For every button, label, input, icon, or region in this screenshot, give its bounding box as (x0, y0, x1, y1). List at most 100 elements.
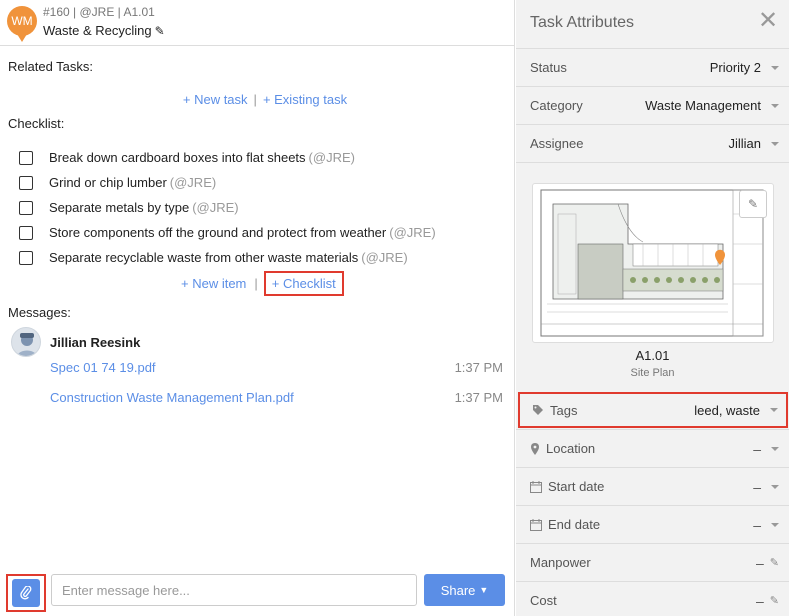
attachment-link[interactable]: Construction Waste Management Plan.pdf (50, 390, 294, 405)
manpower-field[interactable]: Manpower – ✎ (516, 543, 789, 581)
start-date-field[interactable]: Start date – (516, 467, 789, 505)
end-date-value-text: – (753, 516, 761, 533)
attach-button[interactable] (6, 574, 46, 612)
location-label: Location (546, 441, 596, 456)
related-tasks-label: Related Tasks: (8, 59, 94, 74)
caret-down-icon (771, 484, 779, 489)
attachment-link[interactable]: Spec 01 74 19.pdf (50, 360, 156, 375)
existing-task-link[interactable]: + Existing task (263, 92, 347, 107)
location-label-group: Location (530, 441, 753, 456)
task-title[interactable]: Waste & Recycling ✎ (43, 23, 165, 38)
caret-down-icon (771, 65, 779, 70)
checklist-checkbox[interactable] (19, 200, 33, 215)
message-input[interactable] (51, 574, 417, 606)
edit-title-icon[interactable]: ✎ (155, 24, 165, 38)
message-item: Spec 01 74 19.pdf 1:37 PM (50, 360, 503, 375)
location-value-text: – (753, 440, 761, 457)
share-label: Share (440, 582, 476, 598)
checklist-checkbox[interactable] (19, 175, 33, 190)
message-composer: Share ▼ (0, 570, 515, 616)
checklist-links: + New item | + Checklist (181, 271, 344, 296)
add-checklist-link[interactable]: + Checklist (263, 271, 344, 296)
location-value[interactable]: – (753, 441, 779, 457)
checklist-checkbox[interactable] (19, 150, 33, 165)
calendar-icon (530, 480, 542, 493)
message-time: 1:37 PM (454, 390, 503, 405)
checklist-item-text: Separate metals by type (49, 200, 190, 215)
new-task-link[interactable]: + New task (183, 92, 248, 107)
cost-value[interactable]: – ✎ (756, 593, 779, 609)
task-pin-avatar: WM (7, 6, 37, 42)
sheet-subtitle: Site Plan (630, 367, 675, 379)
tags-value-text: leed, waste (694, 402, 760, 418)
pencil-icon: ✎ (747, 197, 759, 211)
location-field[interactable]: Location – (516, 429, 789, 467)
checklist-item-text: Break down cardboard boxes into flat she… (49, 150, 306, 165)
edit-sheet-button[interactable]: ✎ (739, 190, 767, 218)
assignee-value-text: Jillian (728, 136, 761, 151)
start-date-label-group: Start date (530, 479, 753, 494)
category-field[interactable]: Category Waste Management (516, 86, 789, 124)
sheet-thumbnail[interactable]: ✎ (532, 183, 774, 343)
assignee-field[interactable]: Assignee Jillian (516, 124, 789, 162)
task-detail-panel: WM #160 | @JRE | A1.01 Waste & Recycling… (0, 0, 515, 616)
pencil-icon[interactable]: ✎ (770, 556, 779, 569)
messages-label: Messages: (8, 305, 71, 320)
checklist-label: Checklist: (8, 116, 65, 131)
status-value[interactable]: Priority 2 (710, 60, 779, 75)
paperclip-icon[interactable] (12, 579, 40, 607)
end-date-value[interactable]: – (753, 517, 779, 533)
checklist-item-text: Separate recyclable waste from other was… (49, 250, 359, 265)
sheet-name: A1.01 (635, 348, 670, 363)
checklist-item: Store components off the ground and prot… (19, 220, 436, 245)
checklist-item-mention: (@JRE) (308, 150, 355, 165)
calendar-icon (530, 518, 542, 531)
cost-label: Cost (530, 593, 557, 608)
tags-value[interactable]: leed, waste (694, 403, 778, 418)
caret-down-icon (771, 522, 779, 527)
pencil-icon[interactable]: ✎ (770, 594, 779, 607)
manpower-label: Manpower (530, 555, 591, 570)
attributes-header: Task Attributes ✕ (516, 0, 789, 46)
checklist-item-mention: (@JRE) (169, 175, 217, 190)
end-date-field[interactable]: End date – (516, 505, 789, 543)
checklist-checkbox[interactable] (19, 225, 33, 240)
assignee-value[interactable]: Jillian (728, 136, 779, 151)
cost-value-text: – (755, 592, 764, 609)
task-attributes-panel: Task Attributes ✕ Status Priority 2 Cate… (516, 0, 789, 616)
tags-field[interactable]: Tags leed, waste (518, 392, 788, 428)
checklist-item: Break down cardboard boxes into flat she… (19, 145, 436, 170)
status-field[interactable]: Status Priority 2 (516, 48, 789, 86)
checklist-item: Grind or chip lumber (@JRE) (19, 170, 436, 195)
share-button[interactable]: Share ▼ (424, 574, 505, 606)
start-date-label: Start date (548, 479, 605, 494)
checklist-item: Separate recyclable waste from other was… (19, 245, 436, 270)
status-label: Status (530, 60, 567, 75)
category-label: Category (530, 98, 583, 113)
start-date-value-text: – (753, 478, 761, 495)
attributes-title: Task Attributes (530, 14, 635, 31)
task-title-text[interactable]: Waste & Recycling (43, 23, 152, 38)
tags-label: Tags (550, 402, 578, 418)
category-value-text: Waste Management (645, 98, 761, 113)
avatar (11, 327, 41, 357)
checklist-checkbox[interactable] (19, 250, 33, 265)
caret-down-icon (771, 103, 779, 108)
new-item-link[interactable]: + New item (181, 276, 246, 291)
message-item: Construction Waste Management Plan.pdf 1… (50, 390, 503, 405)
task-initials: WM (11, 14, 33, 28)
message-time: 1:37 PM (454, 360, 503, 375)
close-icon[interactable]: ✕ (755, 8, 781, 34)
checklist: Break down cardboard boxes into flat she… (19, 145, 436, 270)
manpower-value[interactable]: – ✎ (756, 555, 779, 571)
map-pin-icon (530, 442, 540, 455)
caret-down-icon (771, 446, 779, 451)
category-value[interactable]: Waste Management (645, 98, 779, 113)
cost-field[interactable]: Cost – ✎ (516, 581, 789, 616)
manpower-value-text: – (755, 554, 764, 571)
checklist-item-mention: (@JRE) (192, 200, 239, 215)
tags-label-group: Tags (532, 403, 694, 418)
assignee-label: Assignee (530, 136, 584, 151)
start-date-value[interactable]: – (753, 479, 779, 495)
end-date-label: End date (548, 517, 601, 532)
